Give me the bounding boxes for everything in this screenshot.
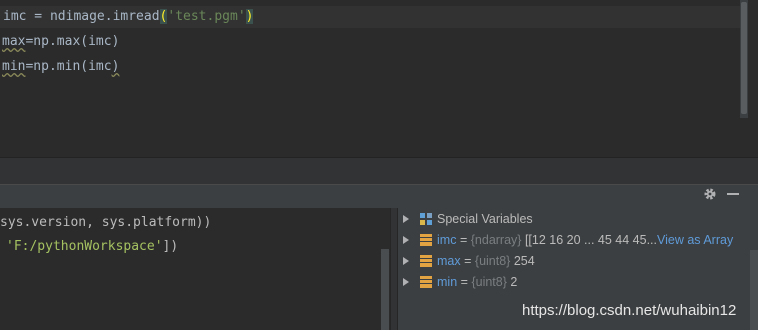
minimize-icon[interactable] — [727, 193, 739, 195]
variable-type: {uint8} — [474, 254, 511, 268]
code-var: min — [2, 59, 26, 74]
variable-text: min = {uint8} 2 — [437, 272, 517, 292]
code-editor[interactable]: imc = ndimage.imread('test.pgm') max=np.… — [0, 0, 758, 157]
variable-row-imc[interactable]: imc = {ndarray} [[12 16 20 ... 45 44 45.… — [398, 230, 758, 250]
variable-value: 2 — [510, 275, 518, 289]
paren-highlight: ) — [245, 9, 254, 24]
code-line-1[interactable]: imc = ndimage.imread('test.pgm') — [0, 6, 742, 28]
watermark-url: https://blog.csdn.net/wuhaibin12 — [522, 302, 737, 319]
variable-type: {uint8} — [471, 275, 507, 289]
expand-arrow-icon[interactable] — [403, 278, 409, 286]
editor-scrollbar-thumb[interactable] — [741, 2, 747, 114]
console-string: 'F:/pythonWorkspace' — [6, 239, 163, 254]
variables-scrollbar[interactable] — [750, 250, 758, 330]
code-text: =np.max(imc) — [25, 34, 120, 49]
variable-type: {ndarray} — [470, 233, 522, 247]
panel-separator — [0, 157, 758, 184]
code-text: =np.min(imc — [25, 59, 112, 74]
code-line-2[interactable]: max=np.max(imc) — [2, 31, 119, 53]
variable-row-max[interactable]: max = {uint8} 254 — [398, 251, 758, 271]
variable-value: 254 — [513, 254, 535, 268]
variable-name: min — [437, 275, 458, 289]
console-scrollbar[interactable] — [381, 249, 389, 330]
console-text: ]) — [162, 239, 179, 254]
code-line-3[interactable]: min=np.min(imc) — [2, 56, 119, 78]
python-console[interactable]: sys.version, sys.platform)) 'F:/pythonWo… — [0, 208, 390, 330]
variable-text: imc = {ndarray} [[12 16 20 ... 45 44 45.… — [437, 230, 733, 250]
equals-sign: = — [464, 254, 472, 268]
editor-scrollbar[interactable] — [740, 0, 748, 118]
gear-icon[interactable] — [702, 186, 718, 202]
code-text: imc = ndimage.imread — [3, 9, 160, 24]
console-line-1: sys.version, sys.platform)) — [0, 215, 212, 230]
expand-arrow-icon[interactable] — [403, 215, 409, 223]
variable-icon — [420, 276, 432, 288]
special-variables-row[interactable]: Special Variables — [398, 209, 758, 229]
variable-icon — [420, 234, 432, 246]
special-variables-icon — [420, 213, 432, 225]
code-var: max — [2, 34, 26, 49]
equals-sign: = — [459, 233, 468, 247]
string-literal: 'test.pgm' — [167, 9, 246, 24]
split-divider[interactable] — [390, 208, 398, 330]
variable-icon — [420, 255, 432, 267]
console-line-2: 'F:/pythonWorkspace']) — [6, 237, 178, 257]
code-paren: ) — [111, 59, 120, 74]
expand-arrow-icon[interactable] — [403, 236, 409, 244]
equals-sign: = — [460, 275, 468, 289]
tool-window-header — [0, 184, 758, 209]
variable-name: max — [437, 254, 461, 268]
view-as-array-link[interactable]: View as Array — [657, 233, 733, 247]
special-variables-label: Special Variables — [437, 212, 533, 226]
expand-arrow-icon[interactable] — [403, 257, 409, 265]
variable-name: imc — [437, 233, 457, 247]
variable-row-min[interactable]: min = {uint8} 2 — [398, 272, 758, 292]
variable-value: [[12 16 20 ... 45 44 45... — [524, 233, 657, 247]
variable-text: max = {uint8} 254 — [437, 251, 535, 271]
